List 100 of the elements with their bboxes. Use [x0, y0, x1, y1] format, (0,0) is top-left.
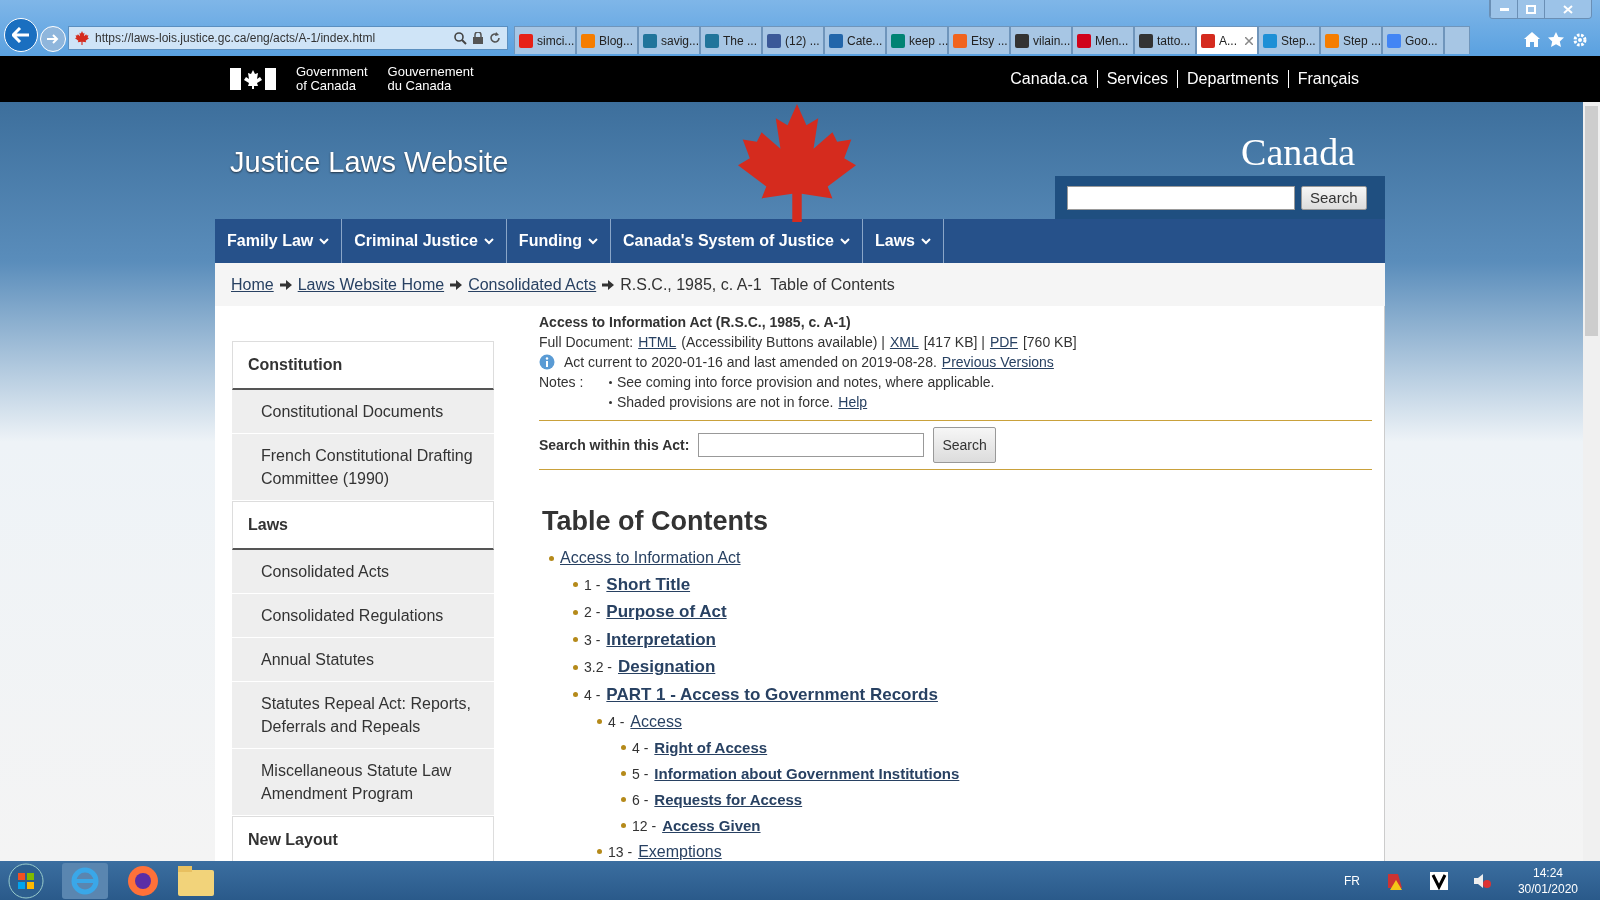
- section-number: 3.2 -: [584, 659, 612, 676]
- section-number: 3 -: [584, 631, 601, 648]
- toc-link[interactable]: Short Title: [606, 574, 691, 595]
- browser-tab[interactable]: Cate...: [824, 26, 886, 54]
- format-link[interactable]: XML: [889, 332, 919, 352]
- browser-tab[interactable]: simci...: [514, 26, 576, 54]
- breadcrumb-link[interactable]: Home: [231, 275, 274, 294]
- close-icon[interactable]: [1245, 36, 1253, 45]
- format-link[interactable]: HTML: [638, 332, 677, 352]
- browser-tab[interactable]: savig...: [638, 26, 700, 54]
- browser-tab[interactable]: keep ...: [886, 26, 948, 54]
- forward-button[interactable]: [40, 26, 66, 52]
- header-link[interactable]: Departments: [1177, 70, 1288, 88]
- help-link[interactable]: Help: [838, 392, 868, 412]
- star-icon[interactable]: [1548, 32, 1564, 47]
- browser-tab[interactable]: The ...: [700, 26, 762, 54]
- toc-link[interactable]: Access Given: [662, 817, 761, 834]
- restore-button[interactable]: [1517, 0, 1544, 18]
- browser-tab[interactable]: (12) ...: [762, 26, 824, 54]
- back-button[interactable]: [4, 18, 38, 52]
- flag-icon: [230, 68, 276, 90]
- sidebar-item[interactable]: Consolidated Regulations: [232, 594, 494, 638]
- minimize-button[interactable]: [1490, 0, 1517, 18]
- bullet-icon: [621, 797, 626, 802]
- back-arrow-icon: [12, 27, 30, 43]
- sidebar-item[interactable]: Miscellaneous Statute Law Amendment Program: [232, 749, 494, 816]
- section-number: 4 -: [632, 739, 649, 756]
- toc-link[interactable]: Interpretation: [606, 629, 716, 650]
- bullet-icon: [597, 719, 602, 724]
- sidebar-item[interactable]: Statutes Repeal Act: Reports, Deferrals and Repeals: [232, 682, 494, 749]
- shield-icon[interactable]: [1385, 871, 1404, 890]
- caret-icon: [587, 237, 598, 245]
- section-number: 5 -: [632, 765, 649, 782]
- sidebar-item[interactable]: French Constitutional Drafting Committee (1990): [232, 434, 494, 501]
- browser-tab[interactable]: A...: [1196, 26, 1258, 54]
- toc-link[interactable]: PART 1 - Access to Government Records: [606, 684, 938, 705]
- note-text: Shaded provisions are not in force.: [617, 393, 834, 412]
- restore-icon: [1526, 4, 1536, 14]
- start-button[interactable]: [8, 862, 44, 899]
- previous-versions-link[interactable]: Previous Versions: [941, 352, 1054, 372]
- toc-link[interactable]: Exemptions: [638, 842, 722, 861]
- browser-icon[interactable]: [62, 862, 108, 899]
- bullet-icon: [621, 771, 626, 776]
- caret-icon: [839, 237, 850, 245]
- refresh-icon[interactable]: [489, 32, 501, 44]
- caret-icon: [920, 237, 931, 245]
- government-name: Gouvernement du Canada: [387, 65, 474, 93]
- header-link[interactable]: Français: [1287, 70, 1368, 88]
- language-indicator[interactable]: FR: [1343, 873, 1360, 888]
- section-number: 13 -: [608, 843, 633, 860]
- bullet-icon: [573, 637, 578, 643]
- browser-tab[interactable]: tatto...: [1134, 26, 1196, 54]
- toc-link[interactable]: Access: [630, 712, 682, 731]
- currency-text: Act current to 2020-01-16 and last amended on 2019-08-28.: [564, 353, 937, 372]
- browser-tab[interactable]: Men...: [1072, 26, 1134, 54]
- settings-icon[interactable]: [1572, 32, 1588, 48]
- toc-link[interactable]: Information about Government Institutions: [654, 765, 960, 782]
- toc-link[interactable]: Requests for Access: [654, 791, 803, 808]
- folder-icon[interactable]: [178, 865, 214, 896]
- address-bar[interactable]: https://laws-lois.justice.gc.ca/eng/acts/A-1/index.html: [68, 26, 508, 50]
- bullet-icon: [597, 849, 602, 854]
- bullet-icon: [549, 555, 554, 561]
- format-link[interactable]: PDF: [989, 332, 1018, 352]
- browser-tab[interactable]: Step ...: [1320, 26, 1382, 54]
- breadcrumb-link[interactable]: Laws Website Home: [297, 275, 445, 294]
- format-note: [417 KB] |: [923, 333, 985, 352]
- app-icon[interactable]: [1429, 871, 1448, 890]
- search-field[interactable]: [1067, 185, 1295, 210]
- browser-tab[interactable]: Goo...: [1382, 26, 1444, 54]
- act-search-button[interactable]: Search: [933, 427, 996, 463]
- firefox-icon[interactable]: [126, 863, 160, 898]
- header-link[interactable]: Canada.ca: [1001, 70, 1097, 88]
- home-icon[interactable]: [1524, 32, 1540, 47]
- browser-tab[interactable]: Step...: [1258, 26, 1320, 54]
- browser-tab[interactable]: vilain...: [1010, 26, 1072, 54]
- arrow-icon: [279, 279, 292, 290]
- toc-link[interactable]: Access to Information Act: [560, 549, 741, 567]
- close-button[interactable]: [1544, 0, 1591, 18]
- search-button[interactable]: Search: [1301, 185, 1367, 210]
- bullet-icon: [621, 745, 626, 750]
- clock[interactable]: 14:24 30/01/2020: [1517, 864, 1578, 897]
- bullet-icon: [621, 823, 626, 828]
- toc-link[interactable]: Purpose of Act: [606, 602, 727, 623]
- bullet-icon: [609, 380, 612, 384]
- breadcrumb-link[interactable]: Consolidated Acts: [468, 275, 597, 294]
- toc-link[interactable]: Designation: [618, 657, 716, 678]
- header-link[interactable]: Services: [1096, 70, 1178, 88]
- site-title: Justice Laws Website: [230, 146, 509, 179]
- sidebar-item[interactable]: Annual Statutes: [232, 638, 494, 682]
- act-search-field[interactable]: [698, 433, 925, 457]
- browser-tab[interactable]: Etsy ...: [948, 26, 1010, 54]
- scrollbar[interactable]: [1583, 102, 1600, 861]
- toc-link[interactable]: Right of Access: [654, 739, 768, 756]
- sidebar-item[interactable]: Constitutional Documents: [232, 390, 494, 434]
- sidebar-item[interactable]: Consolidated Acts: [232, 550, 494, 594]
- maple-leaf-icon: [75, 31, 89, 45]
- browser-tab[interactable]: Blog...: [576, 26, 638, 54]
- new-tab-button[interactable]: [1444, 26, 1470, 54]
- search-icon[interactable]: [454, 31, 467, 45]
- breadcrumb-current: R.S.C., 1985, c. A-1 Table of Contents: [620, 275, 895, 294]
